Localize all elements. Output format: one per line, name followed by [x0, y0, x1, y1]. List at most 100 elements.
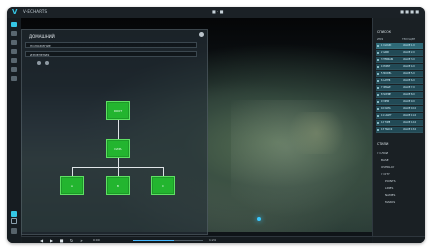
total-time: 1:24	[209, 238, 216, 242]
table-row[interactable]: 8 SCENE VALUE 8.0	[376, 92, 423, 98]
node-root[interactable]: ROOT	[106, 101, 130, 120]
row-value: VALUE 4.0	[403, 65, 415, 68]
header-name: ИМЯ	[377, 37, 384, 41]
timeline-slider[interactable]	[133, 240, 203, 241]
app-logo: V	[12, 8, 18, 16]
row-id: 12 TIME	[381, 121, 391, 124]
select-icon[interactable]	[11, 31, 17, 36]
panel-lock-icon[interactable]	[45, 61, 49, 65]
graph-panel-title: ДОМАШНИЙ	[29, 34, 55, 39]
table-row[interactable]: 9 VIEW VALUE 9.0	[376, 99, 423, 105]
measure-icon[interactable]	[11, 67, 17, 72]
window-controls[interactable]: ■ ■ ■ ■	[400, 9, 419, 14]
tree-item-city[interactable]: ▾ CITY	[381, 171, 390, 177]
previous-icon[interactable]: ◀	[39, 238, 44, 243]
pan-icon[interactable]	[11, 40, 17, 45]
app-window: V V-ECHARTS ■ · ■ ■ ■ ■ ■ ДОМАШНИЙ ПОЛОЖ…	[7, 7, 425, 243]
table-row[interactable]: 11 LIGHT VALUE 11.0	[376, 113, 423, 119]
row-icon	[377, 108, 379, 110]
row-icon	[377, 73, 379, 75]
row-id: 6 LAYER	[381, 79, 391, 82]
app-title: V-ECHARTS	[23, 9, 48, 14]
row-id: 2 GRID	[381, 51, 390, 54]
tree-label: СЛОИ	[379, 151, 389, 155]
row-value: VALUE 10.0	[403, 107, 417, 110]
row-id: 1 CLOUD	[381, 44, 392, 47]
row-icon	[377, 94, 379, 96]
layers-icon[interactable]	[11, 22, 17, 27]
navigation-icon[interactable]	[11, 211, 17, 217]
settings-icon[interactable]	[11, 76, 17, 81]
row-value: VALUE 1.0	[403, 44, 415, 47]
row-id: 3 TERRAIN	[381, 58, 394, 61]
panel-close-icon[interactable]	[199, 32, 204, 37]
tree-item-marks[interactable]: MARKS	[385, 199, 395, 205]
table-row[interactable]: 2 GRID VALUE 2.0	[376, 50, 423, 56]
play-icon[interactable]: ▶	[49, 238, 54, 243]
row-icon	[377, 87, 379, 89]
tree-label: CITY	[383, 172, 390, 176]
table-row[interactable]: 10 DATA VALUE 10.0	[376, 106, 423, 112]
tree-item-base[interactable]: BASE	[381, 157, 389, 163]
edge-data-b	[118, 158, 119, 176]
tree-label: MARKS	[385, 200, 396, 204]
row-value: VALUE 13.0	[403, 128, 417, 131]
tree-item-names[interactable]: NAMES	[385, 192, 395, 198]
node-b[interactable]: B	[106, 176, 130, 195]
changes-field[interactable]: ИЗМЕНЕНИЯ	[25, 51, 197, 57]
table-row[interactable]: 13 TRACK VALUE 13.0	[376, 127, 423, 133]
table-row[interactable]: 1 CLOUD VALUE 1.0	[376, 43, 423, 49]
rotate-icon[interactable]	[11, 49, 17, 54]
node-data[interactable]: DATA	[106, 139, 130, 158]
style-section-title: СТИЛИ	[377, 142, 389, 146]
row-icon	[377, 59, 379, 61]
list-header: ИМЯ ТЕКУЩЕЕ	[377, 37, 422, 42]
row-icon	[377, 129, 379, 131]
table-row[interactable]: 4 POINT VALUE 4.0	[376, 64, 423, 70]
node-c[interactable]: C	[151, 176, 175, 195]
timeline-progress-fill	[133, 240, 174, 241]
row-id: 13 TRACK	[381, 128, 393, 131]
row-icon	[377, 80, 379, 82]
stop-icon[interactable]: ■	[59, 238, 64, 243]
row-id: 7 IMAGE	[381, 86, 391, 89]
row-value: VALUE 9.0	[403, 100, 415, 103]
tree-label: POINTS	[385, 179, 396, 183]
playback-bar: ◀ ▶ ■ ↻ » 0:00 1:24	[21, 236, 425, 243]
repeat-icon[interactable]: ↻	[69, 238, 74, 243]
table-row[interactable]: 5 MODEL VALUE 5.0	[376, 71, 423, 77]
table-row[interactable]: 6 LAYER VALUE 6.0	[376, 78, 423, 84]
row-id: 8 SCENE	[381, 93, 391, 96]
row-icon	[377, 45, 379, 47]
tree-item-points[interactable]: POINTS	[385, 178, 396, 184]
tree-item-lines[interactable]: LINES	[385, 185, 393, 191]
top-center-status: ■ · ■	[212, 9, 224, 14]
tree-label: NAMES	[385, 193, 396, 197]
row-icon	[377, 66, 379, 68]
tree-label: LINES	[385, 186, 394, 190]
fullscreen-icon[interactable]	[11, 228, 17, 234]
edge-root-data	[118, 120, 119, 139]
tree-item-overlay[interactable]: OVERLAY	[381, 164, 394, 170]
row-value: VALUE 7.0	[403, 86, 415, 89]
panel-toggle-icon[interactable]	[37, 61, 41, 65]
table-row[interactable]: 3 TERRAIN VALUE 3.0	[376, 57, 423, 63]
row-id: 5 MODEL	[381, 72, 392, 75]
speed-icon[interactable]: »	[79, 238, 84, 243]
row-icon	[377, 122, 379, 124]
position-field[interactable]: ПОЛОЖЕНИЕ	[25, 42, 197, 48]
row-id: 4 POINT	[381, 65, 391, 68]
row-id: 9 VIEW	[381, 100, 390, 103]
tree-label: BASE	[381, 158, 389, 162]
node-a[interactable]: A	[60, 176, 84, 195]
zoom-icon[interactable]	[11, 58, 17, 63]
header-value: ТЕКУЩЕЕ	[402, 37, 416, 41]
list-section-title: СПИСОК	[377, 30, 392, 34]
row-value: VALUE 8.0	[403, 93, 415, 96]
map-marker[interactable]	[257, 217, 261, 221]
tree-item-layers[interactable]: ▾ СЛОИ	[377, 150, 388, 156]
row-value: VALUE 3.0	[403, 58, 415, 61]
table-row[interactable]: 12 TIME VALUE 12.0	[376, 120, 423, 126]
home-icon[interactable]	[11, 218, 17, 224]
table-row[interactable]: 7 IMAGE VALUE 7.0	[376, 85, 423, 91]
